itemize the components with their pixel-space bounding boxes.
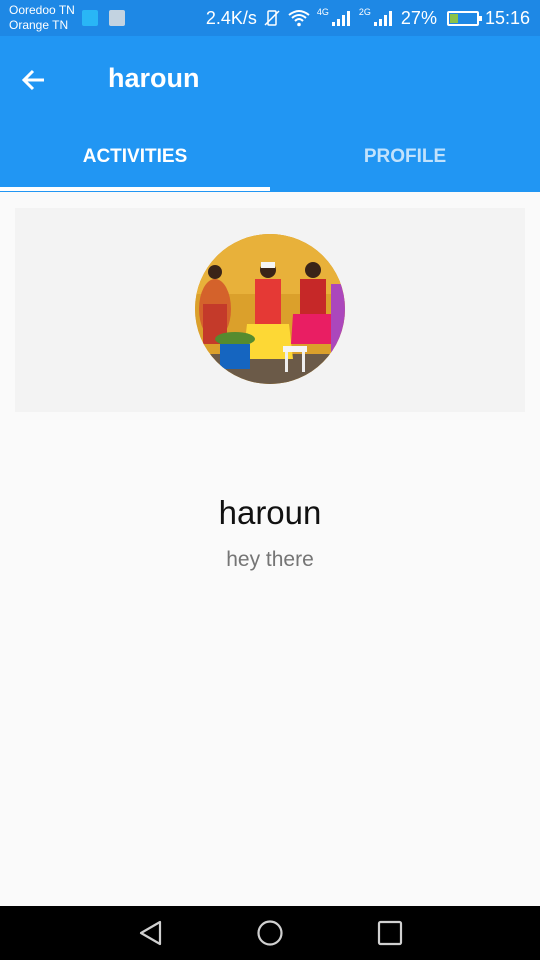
battery-percent: 27% xyxy=(400,7,437,28)
status-right: 2.4K/s 4G 2G 27% 15:16 xyxy=(206,0,530,36)
usb-icon xyxy=(82,10,98,26)
carrier-1: Ooredoo TN xyxy=(9,3,75,17)
home-circle-icon xyxy=(257,920,283,946)
avatar[interactable] xyxy=(195,234,345,384)
avatar-photo xyxy=(195,234,345,384)
network-speed: 2.4K/s xyxy=(205,7,257,28)
arrow-back-icon xyxy=(21,69,44,91)
carrier-2: Orange TN xyxy=(9,18,69,32)
nav-home-button[interactable] xyxy=(255,918,285,948)
network-type-2: 2G xyxy=(358,7,371,17)
system-nav-bar xyxy=(0,906,540,960)
wifi-icon xyxy=(288,10,310,27)
signal-icon-1 xyxy=(331,11,350,26)
nav-recents-button[interactable] xyxy=(375,918,405,948)
signal-icon-2 xyxy=(373,11,392,26)
clock: 15:16 xyxy=(484,7,530,28)
recents-square-icon xyxy=(377,920,403,946)
tab-bar: ACTIVITIES PROFILE xyxy=(0,130,540,192)
network-type-1: 4G xyxy=(316,7,329,17)
app-bar: haroun ACTIVITIES PROFILE xyxy=(0,36,540,192)
status-bar: Ooredoo TN Orange TN 2.4K/s 4G 2G 27% 15… xyxy=(0,0,540,36)
tab-profile[interactable]: PROFILE xyxy=(270,130,540,192)
battery-icon xyxy=(446,10,482,26)
profile-content: haroun hey there xyxy=(0,192,540,906)
profile-name: haroun xyxy=(218,494,322,531)
gallery-icon xyxy=(109,10,125,26)
page-title: haroun xyxy=(108,63,200,93)
back-button[interactable] xyxy=(20,60,64,100)
profile-status: hey there xyxy=(226,548,314,571)
tab-indicator xyxy=(0,187,270,191)
battery-fill xyxy=(449,13,458,23)
carrier-names: Ooredoo TN Orange TN xyxy=(9,3,75,33)
back-triangle-icon xyxy=(139,920,162,946)
nav-back-button[interactable] xyxy=(136,918,166,948)
profile-header-card xyxy=(15,208,525,412)
tab-activities[interactable]: ACTIVITIES xyxy=(0,130,270,192)
vibrate-off-icon xyxy=(264,10,280,26)
